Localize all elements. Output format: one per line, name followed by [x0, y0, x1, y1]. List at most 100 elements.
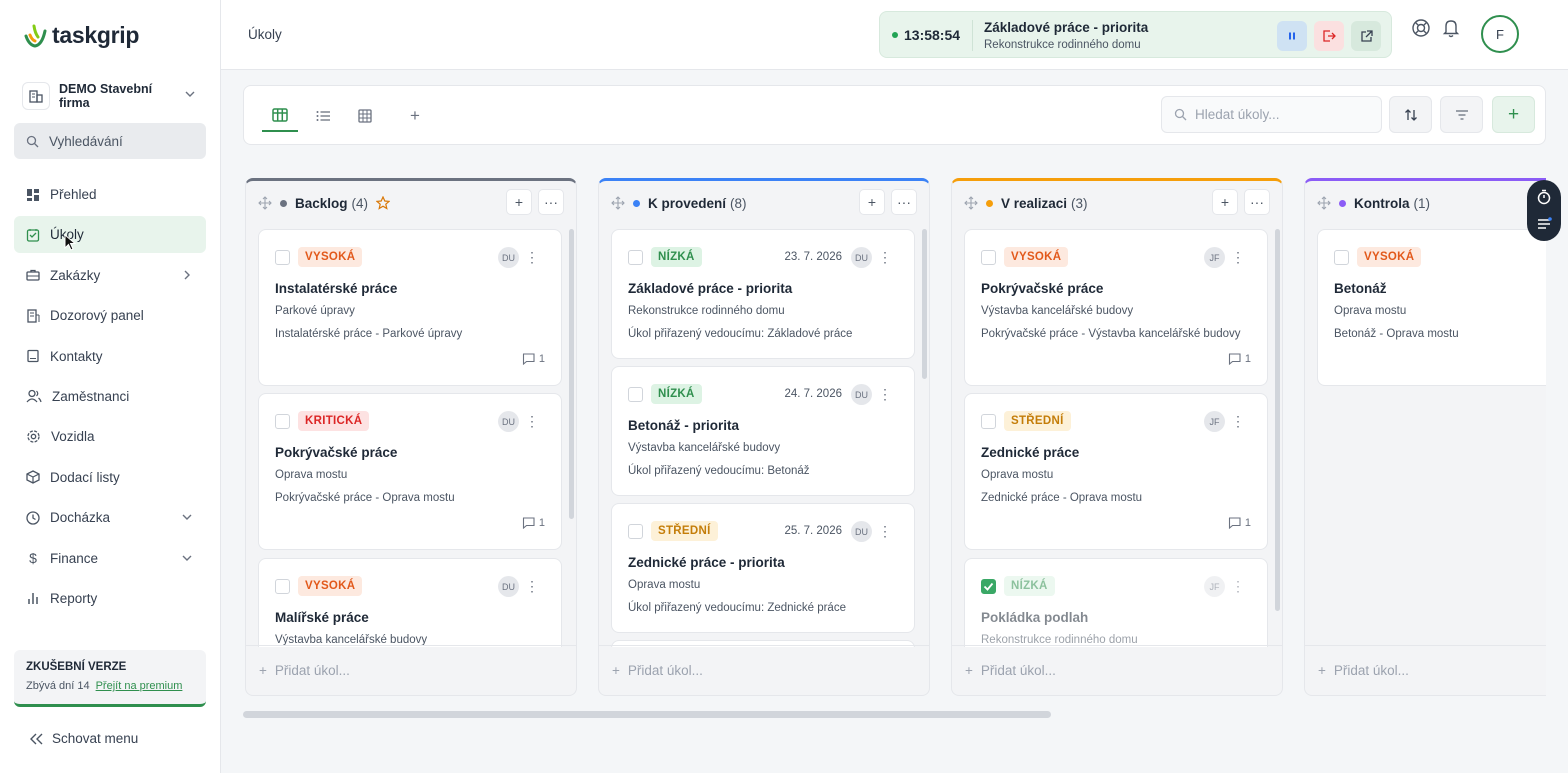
task-checkbox[interactable] — [275, 579, 290, 594]
comment-count[interactable]: 1 — [1228, 517, 1251, 529]
hide-menu-button[interactable]: Schovat menu — [30, 731, 138, 746]
sidebar-item-label: Přehled — [50, 187, 97, 202]
sidebar-item-zamestnanci[interactable]: Zaměstnanci — [14, 378, 206, 415]
task-list-icon[interactable] — [1536, 216, 1552, 232]
sidebar-item-dochazka[interactable]: Docházka — [14, 499, 206, 536]
comment-count[interactable]: 1 — [522, 517, 545, 529]
sidebar-search[interactable]: Vyhledávání — [14, 123, 206, 159]
card-menu-icon[interactable]: ⋮ — [878, 248, 892, 266]
upgrade-premium-link[interactable]: Přejít na premium — [96, 680, 183, 692]
drag-handle-icon[interactable] — [611, 196, 625, 210]
sidebar-item-prehled[interactable]: Přehled — [14, 176, 206, 213]
task-card[interactable]: NÍZKÁ 24. 7. 2026 DU ⋮ Betonáž - priorit… — [611, 366, 915, 496]
add-view-button[interactable]: + — [397, 100, 433, 132]
star-icon[interactable] — [376, 196, 391, 210]
task-checkbox[interactable] — [628, 524, 643, 539]
task-card[interactable]: KRITICKÁ DU ⋮ Pokrývačské práce Oprava m… — [258, 393, 562, 550]
task-checkbox[interactable] — [275, 414, 290, 429]
column-title: Kontrola — [1354, 195, 1410, 211]
task-card-done[interactable]: NÍZKÁ JF ⋮ Pokládka podlah Rekonstrukce … — [964, 558, 1268, 647]
sidebar-item-kontakty[interactable]: Kontakty — [14, 338, 206, 375]
column-scrollbar[interactable] — [922, 229, 927, 379]
priority-badge: NÍZKÁ — [651, 384, 702, 404]
drag-handle-icon[interactable] — [258, 196, 272, 210]
card-menu-icon[interactable]: ⋮ — [878, 522, 892, 540]
task-checkbox[interactable] — [981, 250, 996, 265]
card-title: Pokrývačské práce — [981, 281, 1104, 296]
help-lifebuoy-icon[interactable] — [1411, 18, 1431, 38]
stopwatch-icon[interactable] — [1536, 189, 1552, 205]
active-timer[interactable]: 13:58:54 Základové práce - priorita Reko… — [879, 11, 1392, 58]
mouse-cursor-icon — [64, 234, 77, 252]
column-color-dot — [986, 199, 993, 207]
task-card[interactable]: VYSOKÁ JF ⋮ Pokrývačské práce Výstavba k… — [964, 229, 1268, 386]
card-menu-icon[interactable]: ⋮ — [878, 385, 892, 403]
app-logo[interactable]: taskgrip — [22, 22, 139, 49]
comment-count[interactable]: 1 — [522, 353, 545, 365]
card-menu-icon[interactable]: ⋮ — [1231, 412, 1245, 430]
trial-days: Zbývá dní 14 Přejít na premium — [26, 680, 194, 692]
column-add-button[interactable]: + — [506, 189, 532, 215]
sidebar-item-dodaci-listy[interactable]: Dodací listy — [14, 459, 206, 496]
column-menu-button[interactable]: ··· — [538, 189, 564, 215]
task-card[interactable]: STŘEDNÍ 25. 7. 2026 DU ⋮ Zednické práce … — [611, 503, 915, 633]
task-checkbox[interactable] — [628, 250, 643, 265]
task-checkbox[interactable] — [1334, 250, 1349, 265]
chevron-down-icon — [182, 555, 192, 561]
table-view-tab[interactable] — [347, 100, 383, 132]
add-task-row[interactable]: + Přidat úkol... — [1305, 645, 1546, 695]
add-task-row[interactable]: + Přidat úkol... — [599, 645, 929, 695]
search-icon — [1174, 108, 1187, 121]
task-checkbox[interactable] — [981, 414, 996, 429]
assignee-avatar: DU — [851, 384, 872, 405]
task-search-input[interactable]: Hledat úkoly... — [1161, 96, 1382, 133]
column-scrollbar[interactable] — [1275, 229, 1280, 611]
drag-handle-icon[interactable] — [1317, 196, 1331, 210]
board-horizontal-scrollbar[interactable] — [243, 711, 1051, 718]
task-card[interactable]: NÍZKÁ 23. 7. 2026 DU ⋮ Základové práce -… — [611, 229, 915, 359]
priority-badge: VYSOKÁ — [298, 576, 363, 596]
card-menu-icon[interactable]: ⋮ — [1231, 577, 1245, 595]
drag-handle-icon[interactable] — [964, 196, 978, 210]
card-menu-icon[interactable]: ⋮ — [525, 412, 539, 430]
column-menu-button[interactable]: ··· — [1244, 189, 1270, 215]
sort-button[interactable] — [1389, 96, 1432, 133]
add-task-row[interactable]: + Přidat úkol... — [246, 645, 576, 695]
task-checkbox[interactable] — [628, 387, 643, 402]
list-view-tab[interactable] — [305, 100, 341, 132]
card-menu-icon[interactable]: ⋮ — [525, 577, 539, 595]
column-add-button[interactable]: + — [859, 189, 885, 215]
company-switcher[interactable]: DEMO Stavební firma — [14, 80, 206, 112]
column-menu-button[interactable]: ··· — [891, 189, 917, 215]
stop-timer-button[interactable] — [1314, 21, 1344, 51]
list-icon — [316, 111, 330, 121]
sidebar-item-reporty[interactable]: Reporty — [14, 580, 206, 617]
task-checkbox-checked[interactable] — [981, 579, 996, 594]
pause-timer-button[interactable] — [1277, 21, 1307, 51]
card-menu-icon[interactable]: ⋮ — [525, 248, 539, 266]
comment-count[interactable]: 1 — [1228, 353, 1251, 365]
task-checkbox[interactable] — [275, 250, 290, 265]
add-task-label: Přidat úkol... — [274, 663, 350, 678]
column-scrollbar[interactable] — [569, 229, 574, 519]
hide-menu-label: Schovat menu — [52, 731, 139, 746]
task-card[interactable]: VYSOKÁ DU ⋮ Malířské práce Výstavba kanc… — [258, 558, 562, 647]
task-card[interactable]: VYSOKÁ Betonáž Oprava mostu Betonáž - Op… — [1317, 229, 1546, 386]
task-card[interactable]: STŘEDNÍ JF ⋮ Zednické práce Oprava mostu… — [964, 393, 1268, 550]
card-menu-icon[interactable]: ⋮ — [1231, 248, 1245, 266]
kanban-view-tab[interactable] — [262, 100, 298, 132]
user-avatar[interactable]: F — [1481, 15, 1519, 53]
add-task-row[interactable]: + Přidat úkol... — [952, 645, 1282, 695]
priority-badge: STŘEDNÍ — [651, 521, 718, 541]
sidebar-item-zakazky[interactable]: Zakázky — [14, 257, 206, 294]
column-add-button[interactable]: + — [1212, 189, 1238, 215]
sidebar-item-ukoly[interactable]: Úkoly — [14, 216, 206, 254]
filter-button[interactable] — [1440, 96, 1483, 133]
add-task-button[interactable]: + — [1492, 96, 1535, 133]
sidebar-item-dozorovy-panel[interactable]: Dozorový panel — [14, 297, 206, 334]
bell-icon[interactable] — [1442, 18, 1460, 38]
open-timer-task-button[interactable] — [1351, 21, 1381, 51]
task-card[interactable]: VYSOKÁ DU ⋮ Instalatérské práce Parkové … — [258, 229, 562, 386]
sidebar-item-finance[interactable]: $ Finance — [14, 540, 206, 577]
sidebar-item-vozidla[interactable]: Vozidla — [14, 418, 206, 455]
